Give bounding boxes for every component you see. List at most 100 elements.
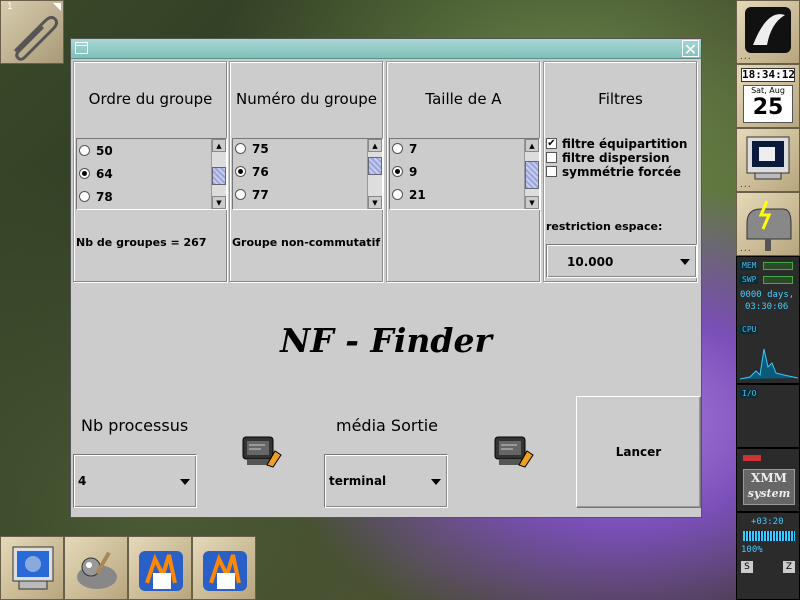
panel-title: Numéro du groupe <box>236 90 377 108</box>
scroll-down-icon[interactable]: ▼ <box>368 196 382 209</box>
filtre-dispersion-checkbox[interactable]: filtre dispersion <box>546 151 670 165</box>
scroll-up-icon[interactable]: ▲ <box>525 139 539 152</box>
bottom-tile-gimp[interactable] <box>64 536 128 600</box>
dock-io-monitor[interactable]: I/O <box>736 384 800 448</box>
radio-icon[interactable] <box>79 191 90 202</box>
clock-date: Sat, Aug 25 <box>743 85 793 123</box>
dock-system-monitor[interactable]: MEM SWP 0000 days, 03:30:06 CPU <box>736 256 800 384</box>
radio-selected-icon[interactable] <box>392 166 403 177</box>
filtre-equipartition-checkbox[interactable]: ✔ filtre équipartition <box>546 137 687 151</box>
numero-list[interactable]: 75 76 77 ▲ ▼ <box>232 138 383 210</box>
ordre-list[interactable]: 50 64 78 ▲ ▼ <box>76 138 227 210</box>
clock-day-number: 25 <box>752 95 784 120</box>
dock-xmm[interactable]: XMM system <box>736 448 800 512</box>
select-value: 10.000 <box>567 255 614 269</box>
swp-label: SWP <box>740 275 759 284</box>
checkbox-label: filtre équipartition <box>562 137 688 151</box>
restriction-select[interactable]: 10.000 <box>546 244 697 278</box>
launcher-icon <box>139 551 183 591</box>
scroll-up-icon[interactable]: ▲ <box>368 139 382 152</box>
dock-volume[interactable]: +03:20 100% S Z <box>736 512 800 600</box>
taille-option-7[interactable]: 7 <box>392 139 417 159</box>
lancer-button[interactable]: Lancer <box>576 396 701 508</box>
chevron-down-icon[interactable] <box>680 259 690 265</box>
panel-numero: Numéro du groupe 75 76 77 ▲ ▼ Groupe non… <box>229 61 384 283</box>
dock-tile-mail[interactable]: ... <box>736 192 800 256</box>
panel-title: Taille de A <box>425 90 502 108</box>
chevron-down-icon[interactable] <box>180 479 190 485</box>
radio-selected-icon[interactable] <box>79 168 90 179</box>
radio-icon[interactable] <box>235 143 246 154</box>
taille-scrollbar[interactable]: ▲ ▼ <box>524 139 539 209</box>
volume-time: +03:20 <box>751 517 784 527</box>
radio-icon[interactable] <box>392 143 403 154</box>
option-label: 50 <box>96 144 113 158</box>
ordre-option-50[interactable]: 50 <box>79 141 113 161</box>
title-bar[interactable]: ✕ <box>71 39 701 59</box>
checkbox-label: filtre dispersion <box>562 151 670 165</box>
z-button[interactable]: Z <box>783 561 795 573</box>
media-sortie-label: média Sortie <box>336 416 439 435</box>
bottom-tile-monitor[interactable] <box>0 536 64 600</box>
option-label: 76 <box>252 165 269 179</box>
numero-option-75[interactable]: 75 <box>235 139 269 159</box>
window-menu-icon[interactable] <box>75 42 88 54</box>
taille-list[interactable]: 7 9 21 ▲ ▼ <box>389 138 540 210</box>
workspace-clip[interactable]: 1 <box>0 0 64 64</box>
option-label: 75 <box>252 142 269 156</box>
scroll-thumb[interactable] <box>368 157 382 175</box>
uptime-time: 03:30:06 <box>745 302 789 312</box>
checkbox-icon[interactable] <box>546 166 557 177</box>
option-label: 9 <box>409 165 418 179</box>
nb-groupes-label: Nb de groupes = 267 <box>76 236 207 249</box>
checkbox-icon[interactable] <box>546 152 557 163</box>
taille-option-9[interactable]: 9 <box>392 162 417 182</box>
radio-selected-icon[interactable] <box>235 166 246 177</box>
ordre-option-78[interactable]: 78 <box>79 187 113 207</box>
ordre-scrollbar[interactable]: ▲ ▼ <box>211 139 226 209</box>
chevron-down-icon[interactable] <box>431 479 441 485</box>
bottom-tile-app2[interactable] <box>192 536 256 600</box>
tile-dots: ... <box>740 52 752 62</box>
dock-clock[interactable]: 18:34:12 Sat, Aug 25 <box>736 64 800 128</box>
ordre-option-64[interactable]: 64 <box>79 164 113 184</box>
symmetrie-forcee-checkbox[interactable]: symmétrie forcée <box>546 165 681 179</box>
panel-title: Filtres <box>598 90 643 108</box>
bottom-tile-app1[interactable] <box>128 536 192 600</box>
option-label: 77 <box>252 188 269 202</box>
uptime-days: 0000 days, <box>740 290 795 300</box>
io-label: I/O <box>740 389 759 398</box>
cpu-graph <box>740 348 798 380</box>
nf-finder-window: ✕ Ordre du groupe 50 64 78 ▲ ▼ Nb de gro… <box>70 38 702 518</box>
close-button[interactable]: ✕ <box>682 40 699 58</box>
terminal-icon[interactable] <box>241 435 283 469</box>
scroll-up-icon[interactable]: ▲ <box>212 139 226 152</box>
groupe-type-label: Groupe non-commutatif <box>232 236 381 249</box>
numero-option-76[interactable]: 76 <box>235 162 269 182</box>
dock-tile-main[interactable]: ... <box>736 0 800 64</box>
s-button[interactable]: S <box>741 561 753 573</box>
clock-time: 18:34:12 <box>741 68 795 82</box>
numero-option-77[interactable]: 77 <box>235 185 269 205</box>
numero-scrollbar[interactable]: ▲ ▼ <box>367 139 382 209</box>
select-value: terminal <box>329 474 387 488</box>
radio-icon[interactable] <box>235 189 246 200</box>
option-label: 7 <box>409 142 418 156</box>
mem-bar <box>763 262 793 270</box>
radio-icon[interactable] <box>79 145 90 156</box>
checkbox-checked-icon[interactable]: ✔ <box>546 138 557 149</box>
volume-level: 100% <box>741 545 763 555</box>
media-sortie-select[interactable]: terminal <box>324 454 448 508</box>
scroll-thumb[interactable] <box>525 161 539 189</box>
dock-tile-monitor[interactable]: ... <box>736 128 800 192</box>
nb-processus-select[interactable]: 4 <box>73 454 197 508</box>
option-label: 78 <box>96 190 113 204</box>
panel-ordre: Ordre du groupe 50 64 78 ▲ ▼ Nb de group… <box>73 61 228 283</box>
radio-icon[interactable] <box>392 189 403 200</box>
scroll-thumb[interactable] <box>212 167 226 185</box>
taille-option-21[interactable]: 21 <box>392 185 426 205</box>
scroll-down-icon[interactable]: ▼ <box>212 196 226 209</box>
gimp-icon <box>77 551 117 589</box>
scroll-down-icon[interactable]: ▼ <box>525 196 539 209</box>
terminal-icon[interactable] <box>493 435 535 469</box>
